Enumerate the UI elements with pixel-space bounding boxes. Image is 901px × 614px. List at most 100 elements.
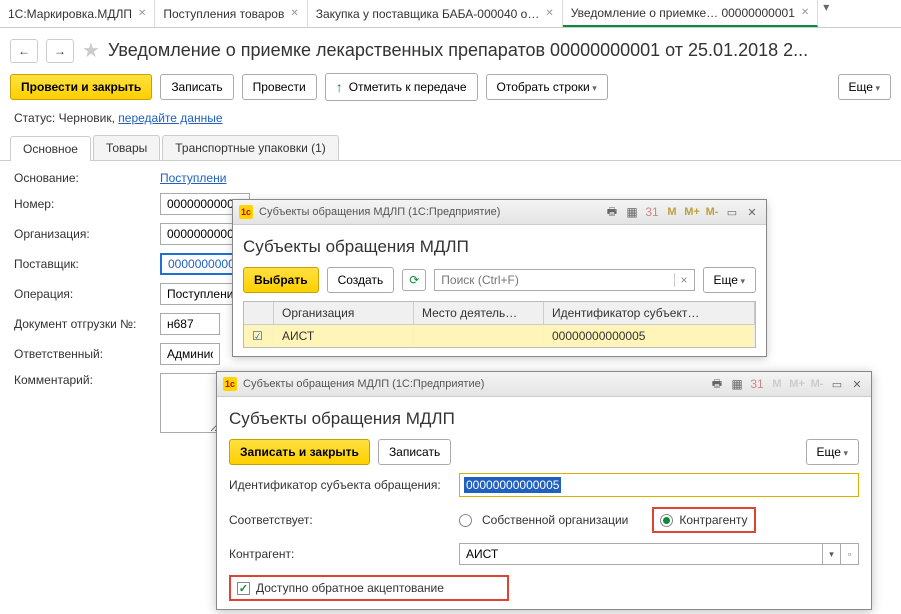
id-value: 00000000000005 xyxy=(464,477,561,493)
m-icon[interactable]: M xyxy=(664,204,680,220)
close-icon[interactable]: ✕ xyxy=(801,7,809,18)
main-toolbar: Провести и закрыть Записать Провести ↑ О… xyxy=(0,73,901,111)
op-label: Операция: xyxy=(14,287,154,301)
radio-contragent[interactable] xyxy=(660,514,673,527)
status-line: Статус: Черновик, передайте данные xyxy=(0,111,901,135)
calendar-icon[interactable]: 31 xyxy=(644,204,660,220)
page-title: Уведомление о приемке лекарственных преп… xyxy=(108,40,808,61)
post-and-close-button[interactable]: Провести и закрыть xyxy=(10,74,152,100)
print-icon[interactable]: 🖶 xyxy=(709,376,725,392)
minimize-icon[interactable]: ▭ xyxy=(724,204,740,220)
modal1-titlebar: 1c Субъекты обращения МДЛП (1С:Предприят… xyxy=(233,200,766,225)
tab-label: Закупка у поставщика БАБА-000040 о… xyxy=(316,7,540,21)
tab-packs[interactable]: Транспортные упаковки (1) xyxy=(162,135,339,160)
opt-contr-label: Контрагенту xyxy=(679,513,747,527)
create-button[interactable]: Создать xyxy=(327,267,395,293)
arrow-up-icon: ↑ xyxy=(336,79,343,95)
table-row[interactable]: ☑ АИСТ 00000000000005 xyxy=(244,325,755,347)
m-plus-icon[interactable]: M+ xyxy=(684,204,700,220)
search-input[interactable] xyxy=(435,273,673,287)
search-box[interactable]: × xyxy=(434,269,694,291)
modal2-titlebar: 1c Субъекты обращения МДЛП (1С:Предприят… xyxy=(217,372,871,397)
close-icon[interactable]: ✕ xyxy=(545,8,553,19)
m-plus-icon[interactable]: M+ xyxy=(789,376,805,392)
tab-label: Уведомление о приемке… 00000000001 xyxy=(571,6,795,20)
status-value: Черновик, xyxy=(59,111,115,125)
m-minus-icon[interactable]: M- xyxy=(704,204,720,220)
tab-goods[interactable]: Товары xyxy=(93,135,160,160)
cell-id: 00000000000005 xyxy=(544,325,755,347)
nav-back-button[interactable]: ← xyxy=(10,39,38,63)
modal2-wintitle: Субъекты обращения МДЛП (1С:Предприятие) xyxy=(243,378,703,390)
basis-label: Основание: xyxy=(14,171,154,185)
clear-icon[interactable]: × xyxy=(674,273,694,287)
reverse-accept-highlight: ✓ Доступно обратное акцептование xyxy=(229,575,509,601)
status-label: Статус: xyxy=(14,111,55,125)
modal1-wintitle: Субъекты обращения МДЛП (1С:Предприятие) xyxy=(259,206,598,218)
row-marker-icon: ☑ xyxy=(244,325,274,347)
calc-icon[interactable]: ▦ xyxy=(729,376,745,392)
comment-input[interactable] xyxy=(160,373,220,433)
col-id[interactable]: Идентификатор субъект… xyxy=(544,302,755,324)
tabs-overflow[interactable]: ▾ xyxy=(818,0,834,27)
number-label: Номер: xyxy=(14,197,154,211)
nav-fwd-button[interactable]: → xyxy=(46,39,74,63)
open-ref-icon[interactable]: ▫ xyxy=(841,543,859,565)
calc-icon[interactable]: ▦ xyxy=(624,204,640,220)
refresh-icon-button[interactable]: ⟳ xyxy=(402,269,426,291)
col-org[interactable]: Организация xyxy=(274,302,414,324)
resp-input[interactable] xyxy=(160,343,220,365)
app-logo-icon: 1c xyxy=(239,205,253,219)
select-button[interactable]: Выбрать xyxy=(243,267,319,293)
supplier-label: Поставщик: xyxy=(14,257,154,271)
app-logo-icon: 1c xyxy=(223,377,237,391)
dropdown-icon[interactable]: ▾ xyxy=(823,543,841,565)
basis-link[interactable]: Поступлени xyxy=(160,171,226,185)
m-minus-icon[interactable]: M- xyxy=(809,376,825,392)
reverse-accept-checkbox[interactable]: ✓ xyxy=(237,582,250,595)
col-place[interactable]: Место деятель… xyxy=(414,302,544,324)
mark-send-button[interactable]: ↑ Отметить к передаче xyxy=(325,73,478,101)
close-icon[interactable]: ✕ xyxy=(744,204,760,220)
pick-rows-button[interactable]: Отобрать строки xyxy=(486,74,608,100)
close-icon[interactable]: ✕ xyxy=(290,8,298,19)
tab-main[interactable]: Основное xyxy=(10,136,91,161)
modal2-title: Субъекты обращения МДЛП xyxy=(229,409,859,429)
shipdoc-label: Документ отгрузки №: xyxy=(14,317,154,331)
tab-notification[interactable]: Уведомление о приемке… 00000000001 ✕ xyxy=(563,0,819,27)
cell-place xyxy=(414,325,544,347)
calendar-icon[interactable]: 31 xyxy=(749,376,765,392)
post-button[interactable]: Провести xyxy=(242,74,317,100)
match-label: Соответствует: xyxy=(229,513,449,527)
tab-label: 1С:Маркировка.МДЛП xyxy=(8,7,132,21)
tab-receipts[interactable]: Поступления товаров ✕ xyxy=(155,0,307,27)
status-link[interactable]: передайте данные xyxy=(118,111,222,125)
opt-own-label: Собственной организации xyxy=(482,513,628,527)
tab-purchase[interactable]: Закупка у поставщика БАБА-000040 о… ✕ xyxy=(308,0,563,27)
col-marker[interactable] xyxy=(244,302,274,324)
close-icon[interactable]: ✕ xyxy=(138,8,146,19)
minimize-icon[interactable]: ▭ xyxy=(829,376,845,392)
id-label: Идентификатор субъекта обращения: xyxy=(229,478,449,492)
form-tabs: Основное Товары Транспортные упаковки (1… xyxy=(0,135,901,161)
subjects-grid: Организация Место деятель… Идентификатор… xyxy=(243,301,756,348)
m-icon[interactable]: M xyxy=(769,376,785,392)
more-button[interactable]: Еще xyxy=(806,439,859,465)
radio-own[interactable] xyxy=(459,514,472,527)
save-button[interactable]: Записать xyxy=(160,74,233,100)
tab-label: Поступления товаров xyxy=(163,7,284,21)
more-button[interactable]: Еще xyxy=(838,74,891,100)
close-icon[interactable]: ✕ xyxy=(849,376,865,392)
app-tabs: 1С:Маркировка.МДЛП ✕ Поступления товаров… xyxy=(0,0,901,28)
contragent-input[interactable] xyxy=(459,543,823,565)
tab-marking[interactable]: 1С:Маркировка.МДЛП ✕ xyxy=(0,0,155,27)
save-close-button[interactable]: Записать и закрыть xyxy=(229,439,370,465)
id-field[interactable]: 00000000000005 xyxy=(459,473,859,497)
more-button[interactable]: Еще xyxy=(703,267,756,293)
print-icon[interactable]: 🖶 xyxy=(604,204,620,220)
save-button[interactable]: Записать xyxy=(378,439,451,465)
shipdoc-input[interactable] xyxy=(160,313,220,335)
cell-org: АИСТ xyxy=(274,325,414,347)
star-icon[interactable]: ★ xyxy=(82,38,100,63)
modal-subjects-list: 1c Субъекты обращения МДЛП (1С:Предприят… xyxy=(232,199,767,357)
